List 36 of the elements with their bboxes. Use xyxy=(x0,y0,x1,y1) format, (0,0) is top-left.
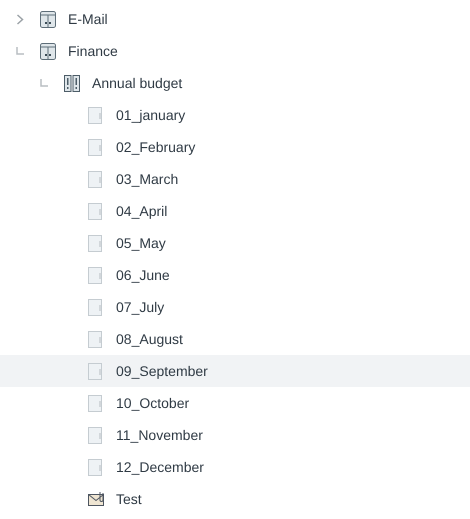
expanded-icon[interactable] xyxy=(16,47,24,55)
cabinet-icon xyxy=(40,10,56,28)
item-label: 03_March xyxy=(116,170,178,189)
document-icon xyxy=(88,234,103,252)
document-icon xyxy=(88,202,103,220)
document-icon xyxy=(88,394,103,412)
item-label: E-Mail xyxy=(68,10,108,28)
tree-row[interactable]: 09_September xyxy=(0,355,470,387)
document-icon xyxy=(88,330,103,348)
document-icon xyxy=(88,138,103,156)
item-label: 12_December xyxy=(116,458,204,477)
document-icon xyxy=(88,298,103,316)
envelope-icon xyxy=(88,491,105,507)
item-label: 08_August xyxy=(116,330,183,349)
chevron-right-icon[interactable] xyxy=(16,14,24,24)
document-icon xyxy=(88,170,103,188)
item-label: 05_May xyxy=(116,234,166,253)
item-label: 01_january xyxy=(116,106,186,125)
document-icon xyxy=(88,426,103,444)
item-label: 06_June xyxy=(116,266,170,285)
item-label: 10_October xyxy=(116,394,190,413)
binder-icon xyxy=(64,74,80,92)
item-label: Annual budget xyxy=(92,74,182,93)
item-label: 09_September xyxy=(116,362,208,381)
item-label: 11_November xyxy=(116,426,203,445)
item-label: Test xyxy=(116,490,142,508)
document-icon xyxy=(88,266,103,284)
item-label: 02_February xyxy=(116,138,196,157)
document-icon xyxy=(88,458,103,476)
item-label: Finance xyxy=(68,42,118,60)
document-icon xyxy=(88,362,103,380)
expanded-icon[interactable] xyxy=(40,79,48,87)
item-label: 04_April xyxy=(116,202,168,221)
document-icon xyxy=(88,106,103,124)
cabinet-icon xyxy=(40,42,56,60)
item-label: 07_July xyxy=(116,298,164,317)
